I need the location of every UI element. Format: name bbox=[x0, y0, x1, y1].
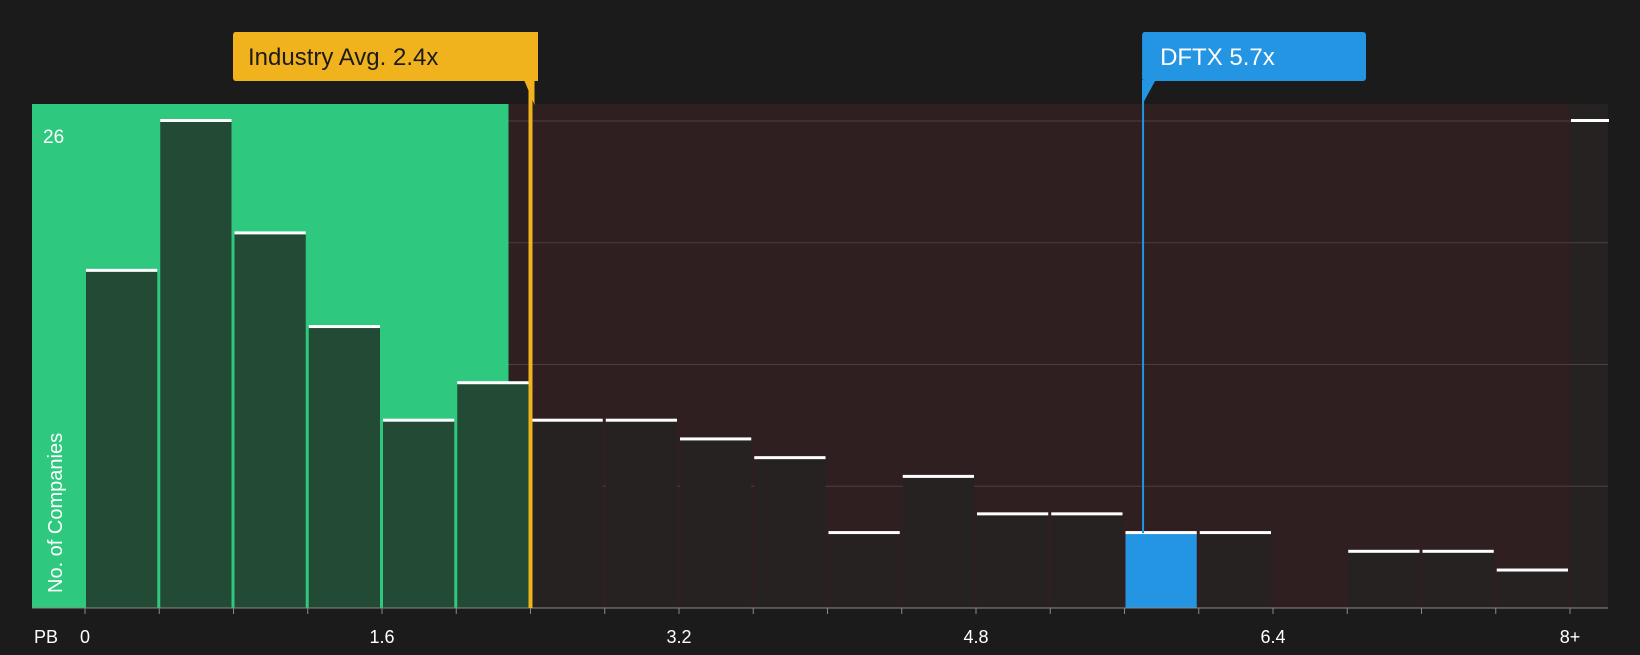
chart-svg: 0 1.6 3.2 4.8 6.4 8+ PB 26 No. of Companies Indus… bbox=[32, 32, 1609, 647]
y-max-label: 26 bbox=[43, 127, 64, 148]
histogram-bar bbox=[680, 439, 752, 608]
overflow-zone bbox=[1570, 104, 1608, 608]
bar-top-marker bbox=[234, 231, 306, 235]
company-label: DFTX 5.7x bbox=[1160, 44, 1275, 71]
histogram-bar bbox=[457, 383, 529, 608]
histogram-bar bbox=[86, 270, 158, 608]
bar-top-marker bbox=[680, 437, 752, 441]
histogram-bar bbox=[754, 458, 826, 608]
bar-top-marker bbox=[160, 119, 232, 122]
bar-top-marker bbox=[902, 474, 974, 478]
histogram-bar bbox=[531, 420, 603, 608]
histogram-bar bbox=[1125, 533, 1197, 608]
bar-top-marker bbox=[1348, 549, 1420, 553]
histogram-bar bbox=[1051, 514, 1123, 608]
bar-top-marker bbox=[1496, 568, 1568, 572]
bar-top-marker bbox=[605, 418, 677, 422]
histogram-bar bbox=[1422, 551, 1494, 608]
x-tick-label: 8+ bbox=[1560, 627, 1581, 647]
industry-avg-line bbox=[528, 70, 533, 608]
histogram-bar bbox=[1199, 533, 1271, 608]
bar-top-marker bbox=[754, 456, 826, 460]
bar-top-marker bbox=[1571, 119, 1609, 122]
bar-top-marker bbox=[1422, 549, 1494, 553]
bar-top-marker bbox=[308, 325, 380, 329]
x-tick-label: 6.4 bbox=[1260, 627, 1285, 647]
x-axis-label: PB bbox=[34, 627, 58, 647]
company-label-pointer bbox=[1142, 81, 1156, 105]
histogram-bar bbox=[383, 420, 455, 608]
bar-top-marker bbox=[1199, 531, 1271, 535]
pb-distribution-chart: 0 1.6 3.2 4.8 6.4 8+ PB 26 No. of Companies Indus… bbox=[0, 0, 1640, 650]
x-tick-label: 4.8 bbox=[963, 627, 988, 647]
histogram-bar bbox=[160, 121, 232, 608]
histogram-bar bbox=[902, 476, 974, 608]
x-tick-label: 0 bbox=[80, 627, 90, 647]
bar-top-marker bbox=[828, 531, 900, 535]
histogram-bar bbox=[308, 327, 380, 608]
histogram-bar bbox=[828, 533, 900, 608]
bar-top-marker bbox=[86, 268, 158, 272]
x-tick-label: 3.2 bbox=[666, 627, 691, 647]
histogram-bar bbox=[1496, 570, 1568, 608]
bar-top-marker bbox=[383, 418, 455, 422]
histogram-bar bbox=[977, 514, 1049, 608]
bar-top-marker bbox=[977, 512, 1049, 516]
bar-top-marker bbox=[457, 381, 529, 385]
y-axis-label: No. of Companies bbox=[45, 433, 67, 593]
histogram-bar bbox=[605, 420, 677, 608]
histogram-bar bbox=[234, 233, 306, 608]
histogram-bar bbox=[1348, 551, 1420, 608]
bar-top-marker bbox=[531, 418, 603, 422]
x-tick-label: 1.6 bbox=[369, 627, 394, 647]
bar-top-marker bbox=[1051, 512, 1123, 516]
industry-avg-label: Industry Avg. 2.4x bbox=[248, 44, 438, 71]
bar-top-marker bbox=[1125, 531, 1197, 535]
